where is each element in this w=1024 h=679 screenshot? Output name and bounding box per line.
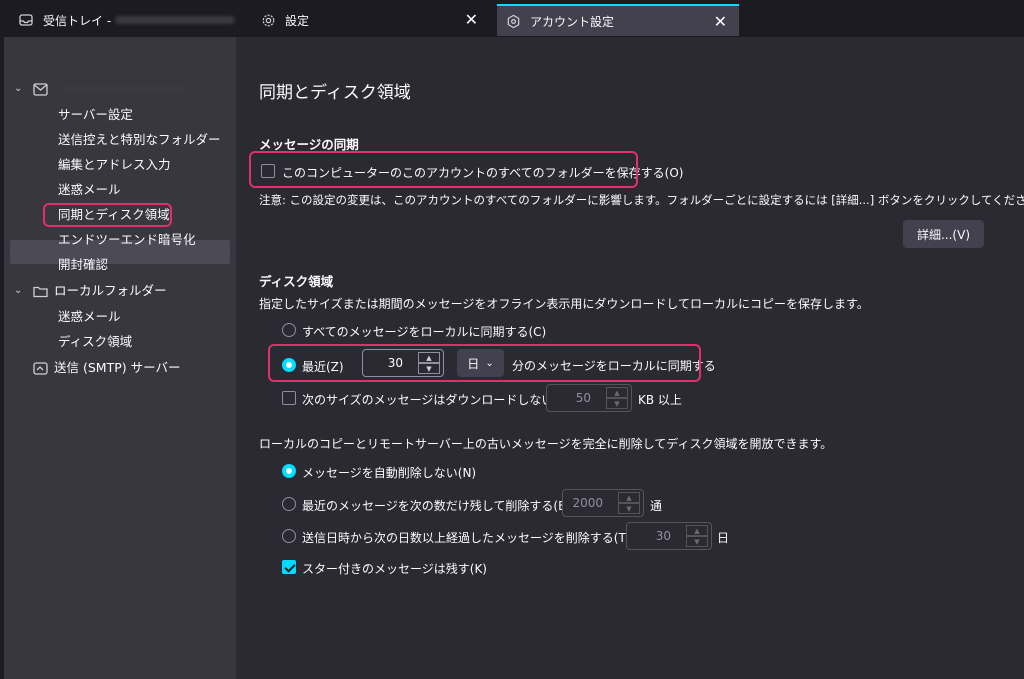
chevron-down-icon: ⌄ bbox=[485, 357, 494, 369]
account-sidebar: ⌄ サーバー設定 送信控えと特別なフォルダー 編集とアドレス入力 迷惑メール 同… bbox=[4, 37, 236, 679]
sidebar-item-sync-disk[interactable]: 同期とディスク領域 bbox=[58, 203, 170, 227]
sidebar-local-folders[interactable]: ⌄ ローカルフォルダー bbox=[14, 279, 167, 303]
settings-pane: 同期とディスク領域 メッセージの同期 このコンピューターのこのアカウントのすべて… bbox=[236, 37, 1024, 679]
mail-account-icon bbox=[32, 81, 48, 97]
tab-account-settings-label: アカウント設定 bbox=[530, 14, 615, 29]
recent-label[interactable]: 最近(Z) bbox=[302, 358, 344, 375]
chevron-up-icon[interactable]: ▲ bbox=[606, 387, 628, 398]
size-limit-checkbox[interactable] bbox=[282, 391, 296, 405]
sidebar-smtp[interactable]: 送信 (SMTP) サーバー bbox=[32, 356, 180, 380]
chevron-down-icon[interactable]: ▼ bbox=[618, 503, 640, 514]
chevron-down-icon[interactable]: ⌄ bbox=[14, 279, 26, 303]
sidebar-local-folders-label: ローカルフォルダー bbox=[54, 283, 167, 298]
size-limit-unit: KB 以上 bbox=[638, 393, 682, 407]
sidebar-item-local-junk[interactable]: 迷惑メール bbox=[58, 305, 121, 329]
keep-recent-stepper[interactable]: 2000 ▲ ▼ bbox=[562, 489, 644, 517]
size-limit-stepper[interactable]: 50 ▲ ▼ bbox=[546, 384, 632, 412]
recent-unit-value: 日 bbox=[467, 356, 480, 371]
account-name-blurred bbox=[58, 85, 188, 93]
sync-all-label[interactable]: すべてのメッセージをローカルに同期する(C) bbox=[302, 323, 546, 340]
outgoing-server-icon bbox=[32, 360, 48, 376]
sidebar-item-local-disk[interactable]: ディスク領域 bbox=[58, 330, 132, 354]
gear-icon bbox=[260, 12, 276, 28]
account-email-blurred bbox=[115, 16, 236, 24]
stepper-arrows[interactable]: ▲ ▼ bbox=[418, 352, 440, 374]
size-limit-label[interactable]: 次のサイズのメッセージはダウンロードしない(M): bbox=[302, 391, 577, 408]
account-settings-icon bbox=[505, 13, 521, 29]
sidebar-item-copies-folders[interactable]: 送信控えと特別なフォルダー bbox=[58, 128, 221, 152]
stepper-arrows[interactable]: ▲ ▼ bbox=[606, 387, 628, 409]
no-delete-label[interactable]: メッセージを自動削除しない(N) bbox=[302, 464, 476, 481]
chevron-up-icon[interactable]: ▲ bbox=[686, 525, 708, 536]
sidebar-item-junk[interactable]: 迷惑メール bbox=[58, 178, 121, 202]
close-icon[interactable]: ✕ bbox=[714, 12, 727, 31]
keep-all-folders-label[interactable]: このコンピューターのこのアカウントのすべてのフォルダーを保存する(O) bbox=[282, 164, 684, 181]
sidebar-smtp-label: 送信 (SMTP) サーバー bbox=[54, 360, 181, 375]
tab-settings-label: 設定 bbox=[285, 13, 310, 28]
keep-recent-radio[interactable] bbox=[282, 497, 296, 511]
sidebar-item-composition[interactable]: 編集とアドレス入力 bbox=[58, 153, 171, 177]
sync-note: 注意: この設定の変更は、このアカウントのすべてのフォルダーに影響します。フォル… bbox=[259, 193, 1024, 207]
advanced-button[interactable]: 詳細...(V) bbox=[903, 220, 984, 248]
keep-recent-value: 2000 bbox=[572, 496, 603, 510]
keep-all-folders-checkbox[interactable] bbox=[261, 164, 275, 178]
folder-icon bbox=[32, 283, 48, 299]
delete-older-stepper[interactable]: 30 ▲ ▼ bbox=[626, 522, 712, 550]
chevron-up-icon[interactable]: ▲ bbox=[418, 352, 440, 363]
recent-suffix: 分のメッセージをローカルに同期する bbox=[512, 359, 716, 373]
delete-older-label[interactable]: 送信日時から次の日数以上経過したメッセージを削除する(T) bbox=[302, 529, 630, 546]
keep-starred-checkbox[interactable] bbox=[282, 560, 296, 574]
chevron-down-icon[interactable]: ⌄ bbox=[14, 77, 26, 101]
tab-inbox-label: 受信トレイ - bbox=[43, 13, 112, 28]
tab-bar: 受信トレイ - 設定 ✕ アカウント設定 ✕ bbox=[0, 0, 1024, 37]
delete-older-unit: 日 bbox=[717, 531, 730, 545]
keep-starred-label[interactable]: スター付きのメッセージは残す(K) bbox=[302, 560, 487, 577]
delete-older-value: 30 bbox=[655, 529, 671, 543]
delete-older-radio[interactable] bbox=[282, 529, 296, 543]
recent-days-value: 30 bbox=[387, 356, 403, 370]
stepper-arrows[interactable]: ▲ ▼ bbox=[618, 492, 640, 514]
close-icon[interactable]: ✕ bbox=[465, 10, 478, 29]
recent-days-stepper[interactable]: 30 ▲ ▼ bbox=[362, 349, 444, 377]
tab-account-settings[interactable]: アカウント設定 ✕ bbox=[497, 4, 739, 36]
sidebar-item-e2e-encryption[interactable]: エンドツーエンド暗号化 bbox=[58, 228, 196, 252]
recent-unit-select[interactable]: 日 ⌄ bbox=[457, 349, 504, 377]
keep-recent-unit: 通 bbox=[650, 499, 663, 513]
chevron-down-icon[interactable]: ▼ bbox=[606, 398, 628, 409]
sync-all-radio[interactable] bbox=[282, 323, 296, 337]
chevron-down-icon[interactable]: ▼ bbox=[686, 536, 708, 547]
chevron-down-icon[interactable]: ▼ bbox=[418, 363, 440, 374]
page-title: 同期とディスク領域 bbox=[259, 83, 411, 103]
tab-inbox[interactable]: 受信トレイ - bbox=[10, 4, 240, 36]
stepper-arrows[interactable]: ▲ ▼ bbox=[686, 525, 708, 547]
section-heading-sync: メッセージの同期 bbox=[259, 137, 359, 152]
keep-recent-label[interactable]: 最近のメッセージを次の数だけ残して削除する(B) bbox=[302, 497, 571, 514]
inbox-icon bbox=[18, 12, 34, 28]
sidebar-item-return-receipts[interactable]: 開封確認 bbox=[58, 253, 108, 277]
recent-radio[interactable] bbox=[282, 358, 296, 372]
tab-settings[interactable]: 設定 ✕ bbox=[254, 4, 490, 36]
section-heading-disk: ディスク領域 bbox=[259, 274, 334, 289]
chevron-up-icon[interactable]: ▲ bbox=[618, 492, 640, 503]
sidebar-item-server-settings[interactable]: サーバー設定 bbox=[58, 103, 133, 127]
delete-description: ローカルのコピーとリモートサーバー上の古いメッセージを完全に削除してディスク領域… bbox=[259, 437, 833, 451]
no-delete-radio[interactable] bbox=[282, 464, 296, 478]
sidebar-account[interactable]: ⌄ bbox=[14, 77, 188, 101]
disk-description: 指定したサイズまたは期間のメッセージをオフライン表示用にダウンロードしてローカル… bbox=[259, 297, 869, 311]
size-limit-value: 50 bbox=[575, 391, 591, 405]
